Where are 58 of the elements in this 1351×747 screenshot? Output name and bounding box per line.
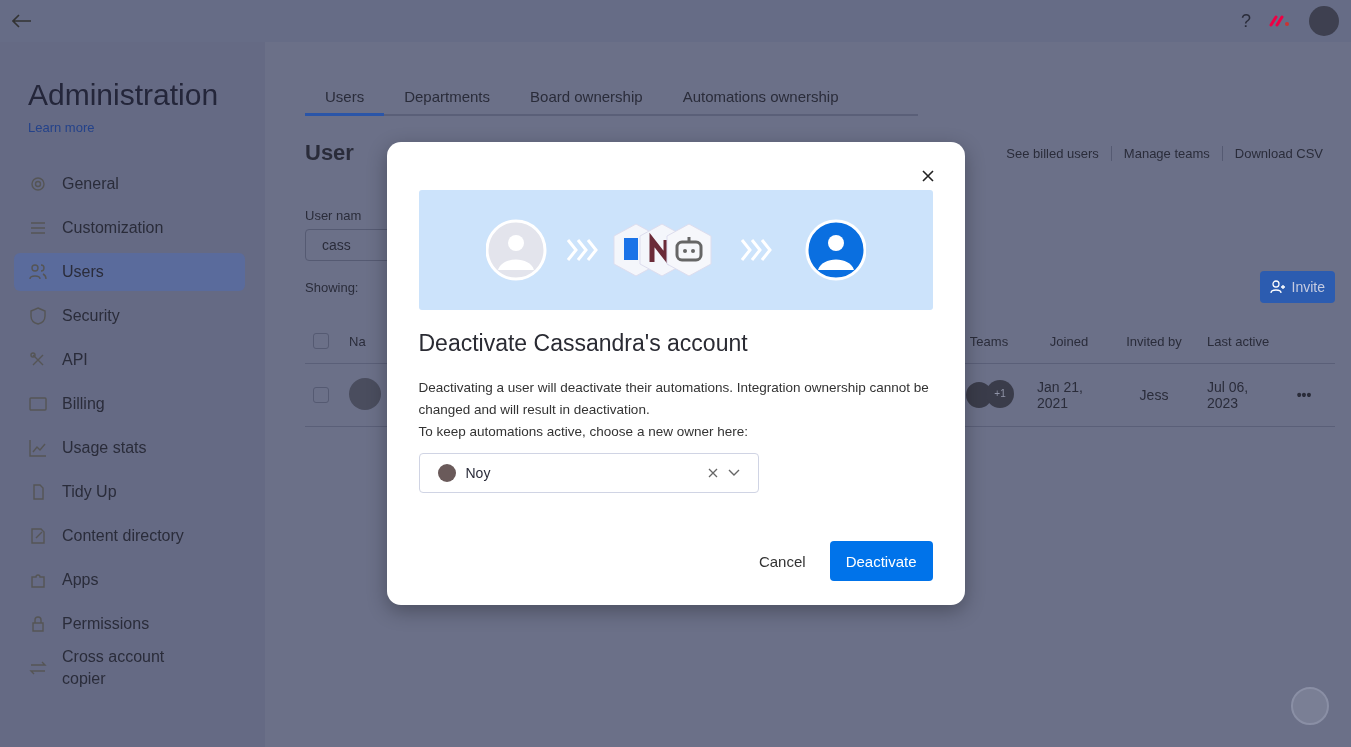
tab[interactable]: Users — [305, 82, 385, 116]
column-header: Teams — [968, 333, 1010, 349]
tab[interactable]: Departments — [384, 82, 511, 116]
sidebar-item[interactable]: Permissions — [14, 605, 245, 643]
logo-icon — [1269, 15, 1291, 27]
owner-select[interactable]: Noy — [418, 453, 759, 493]
dialog-text: Deactivating a user will deactivate their automations. Integration ownership cannot be changed and will result in deactivation. — [418, 379, 930, 419]
card-icon — [28, 394, 48, 414]
close-icon[interactable] — [921, 170, 934, 182]
page-heading: User — [305, 140, 354, 166]
sidebar-item[interactable]: Cross account copier — [14, 649, 245, 687]
people-icon — [28, 262, 48, 282]
table-cell-text: Jan 21, 2021 — [1037, 379, 1084, 411]
sidebar-item[interactable]: Usage stats — [14, 429, 245, 467]
add-user-icon — [1269, 279, 1286, 295]
floating-help-button[interactable] — [1291, 687, 1329, 725]
filter-label: User nam — [305, 208, 363, 223]
gear-icon — [28, 174, 48, 194]
chevron-down-icon[interactable] — [727, 469, 740, 477]
tab[interactable]: Board ownership — [510, 82, 663, 116]
tab[interactable]: Automations ownership — [662, 82, 859, 116]
owner-avatar — [437, 464, 456, 482]
table-cell-text: Jess — [1138, 387, 1170, 403]
table-cell-text: Jul 06, 2023 — [1207, 379, 1250, 411]
teams-more-badge: +1 — [986, 380, 1014, 408]
header-link[interactable]: Download CSV — [1221, 145, 1335, 161]
sidebar-item[interactable]: General — [14, 165, 245, 203]
sidebar-item[interactable]: Content directory — [14, 517, 245, 555]
header-link[interactable]: Manage teams — [1110, 145, 1222, 161]
cancel-button[interactable]: Cancel — [750, 541, 814, 581]
user-avatar — [349, 377, 381, 410]
user-avatar[interactable] — [1309, 6, 1339, 36]
sidebar-item[interactable]: Users — [14, 253, 245, 291]
column-header: Joined — [1048, 333, 1090, 349]
sidebar-item[interactable]: Tidy Up — [14, 473, 245, 511]
admin-title: Administration — [27, 78, 220, 112]
showing-label: Showing: — [305, 279, 359, 295]
sidebar-item[interactable]: Security — [14, 297, 245, 335]
deactivate-button[interactable]: Deactivate — [829, 541, 933, 581]
column-header: Na — [349, 333, 366, 349]
invite-button[interactable]: Invite — [1259, 271, 1335, 303]
column-header: Last active — [1207, 333, 1271, 349]
learn-more-link[interactable]: Learn more — [28, 120, 95, 135]
back-arrow-icon[interactable] — [12, 14, 32, 28]
sidebar-item[interactable]: Billing — [14, 385, 245, 423]
sidebar-item[interactable]: Customization — [14, 209, 245, 247]
dialog-text: To keep automations active, choose a new owner here: — [418, 423, 749, 441]
sidebar-item[interactable]: Apps — [14, 561, 245, 599]
help-button[interactable]: ? — [1241, 10, 1251, 32]
sidebar-item[interactable]: API — [14, 341, 245, 379]
clear-icon[interactable] — [707, 468, 718, 478]
dialog-title: Deactivate Cassandra's account — [418, 330, 749, 357]
column-header: Invited by — [1125, 333, 1183, 349]
chart-icon — [28, 438, 48, 458]
header-link[interactable]: See billed users — [994, 145, 1111, 161]
more-menu-button[interactable]: ••• — [1279, 387, 1329, 403]
document-icon — [28, 526, 48, 546]
shield-icon — [28, 306, 48, 326]
